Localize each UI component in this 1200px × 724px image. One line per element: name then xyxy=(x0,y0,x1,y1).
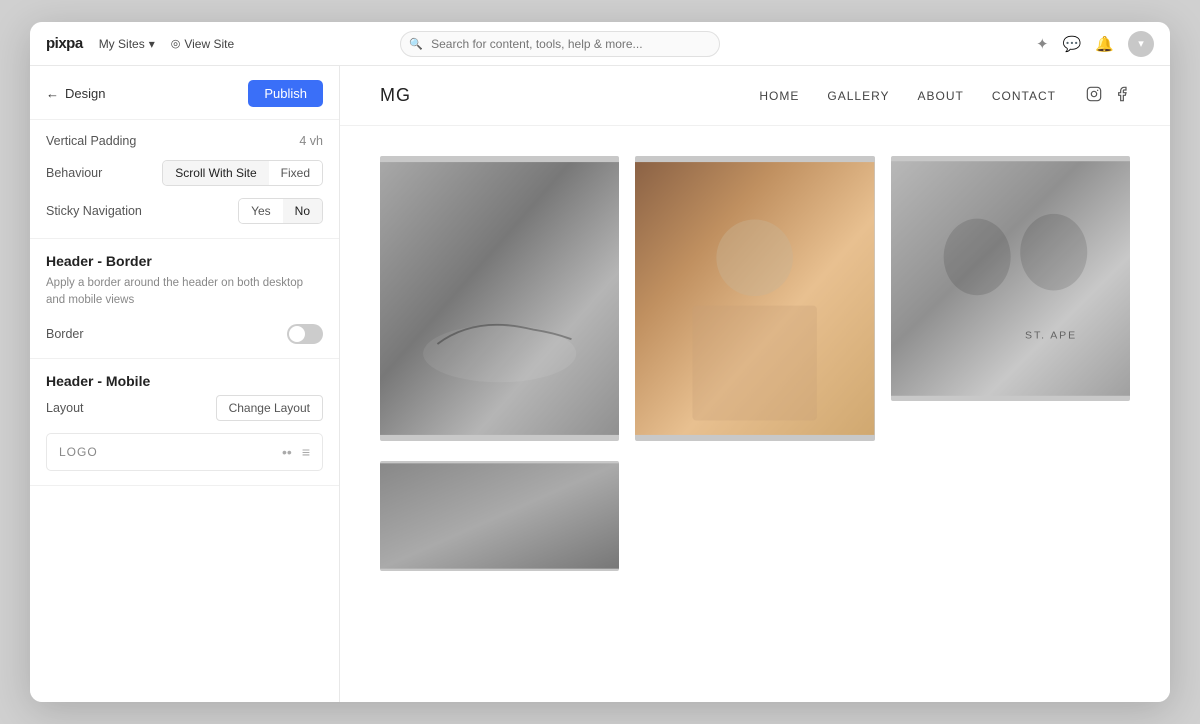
border-row: Border xyxy=(46,324,323,344)
sticky-nav-label: Sticky Navigation xyxy=(46,204,142,218)
gallery-col-2 xyxy=(635,156,874,571)
border-toggle[interactable] xyxy=(287,324,323,344)
border-section-title: Header - Border xyxy=(46,253,323,269)
gallery-image-4[interactable] xyxy=(380,461,619,571)
behaviour-fixed-btn[interactable]: Fixed xyxy=(269,161,322,185)
vertical-padding-value: 4 vh xyxy=(299,134,323,148)
user-avatar[interactable]: ▾ xyxy=(1128,31,1154,57)
logo-actions: •• ≡ xyxy=(282,444,310,460)
header-border-section: Header - Border Apply a border around th… xyxy=(30,239,339,359)
layout-label: Layout xyxy=(46,401,84,415)
border-slider xyxy=(287,324,323,344)
behaviour-row: Behaviour Scroll With Site Fixed xyxy=(46,160,323,186)
nav-home[interactable]: HOME xyxy=(759,89,799,103)
gallery-image-2[interactable] xyxy=(635,156,874,441)
panel-header: ← Design Publish xyxy=(30,66,339,120)
main-area: ← Design Publish Vertical Padding 4 vh B… xyxy=(30,66,1170,702)
back-label: Design xyxy=(65,86,105,101)
change-layout-button[interactable]: Change Layout xyxy=(216,395,323,421)
app-logo: pixpa xyxy=(46,35,83,52)
my-sites-menu[interactable]: My Sites ▾ xyxy=(99,37,155,51)
site-header: MG HOME GALLERY ABOUT CONTACT xyxy=(340,66,1170,126)
logo-row: LOGO •• ≡ xyxy=(46,433,323,471)
my-sites-chevron: ▾ xyxy=(149,37,155,51)
search-input[interactable] xyxy=(400,31,720,57)
back-arrow-icon: ← xyxy=(46,86,59,101)
behaviour-toggle-group: Scroll With Site Fixed xyxy=(162,160,323,186)
facebook-icon[interactable] xyxy=(1114,86,1130,105)
avatar-chevron: ▾ xyxy=(1138,37,1144,50)
eye-icon: ◎ xyxy=(171,37,181,50)
sticky-nav-toggle-group: Yes No xyxy=(238,198,323,224)
gallery-grid: ST. APE xyxy=(380,156,1130,571)
logo-menu-icon[interactable]: ≡ xyxy=(302,444,310,460)
search-bar: 🔍 xyxy=(400,31,720,57)
search-icon: 🔍 xyxy=(409,37,423,50)
left-panel: ← Design Publish Vertical Padding 4 vh B… xyxy=(30,66,340,702)
instagram-icon[interactable] xyxy=(1086,86,1102,105)
vertical-padding-label: Vertical Padding xyxy=(46,134,136,148)
logo-label: LOGO xyxy=(59,445,98,459)
nav-contact[interactable]: CONTACT xyxy=(992,89,1056,103)
preview-area: MG HOME GALLERY ABOUT CONTACT xyxy=(340,66,1170,702)
view-site-label: View Site xyxy=(184,37,234,51)
logo-dots-icon[interactable]: •• xyxy=(282,444,292,460)
my-sites-label: My Sites xyxy=(99,37,145,51)
layout-row: Layout Change Layout xyxy=(46,395,323,421)
nav-about[interactable]: ABOUT xyxy=(918,89,964,103)
app-container: pixpa My Sites ▾ ◎ View Site 🔍 ✦ 💬 🔔 ▾ xyxy=(30,22,1170,702)
svg-text:ST. APE: ST. APE xyxy=(1025,329,1077,341)
behaviour-label: Behaviour xyxy=(46,166,102,180)
site-nav: HOME GALLERY ABOUT CONTACT xyxy=(759,89,1056,103)
behaviour-scroll-btn[interactable]: Scroll With Site xyxy=(163,161,268,185)
gallery-image-1[interactable] xyxy=(380,156,619,441)
bell-icon[interactable]: 🔔 xyxy=(1095,35,1114,53)
nav-gallery[interactable]: GALLERY xyxy=(827,89,889,103)
back-to-design[interactable]: ← Design xyxy=(46,86,105,101)
sticky-nav-row: Sticky Navigation Yes No xyxy=(46,198,323,224)
border-label: Border xyxy=(46,327,84,341)
site-logo: MG xyxy=(380,85,411,106)
top-bar: pixpa My Sites ▾ ◎ View Site 🔍 ✦ 💬 🔔 ▾ xyxy=(30,22,1170,66)
gallery-col-1 xyxy=(380,156,619,571)
gallery-area: ST. APE xyxy=(340,126,1170,702)
top-bar-actions: ✦ 💬 🔔 ▾ xyxy=(1036,31,1154,57)
sun-icon[interactable]: ✦ xyxy=(1036,35,1049,53)
view-site-link[interactable]: ◎ View Site xyxy=(171,37,234,51)
site-social xyxy=(1086,86,1130,105)
sticky-nav-yes-btn[interactable]: Yes xyxy=(239,199,283,223)
gallery-image-3[interactable]: ST. APE xyxy=(891,156,1130,401)
sticky-nav-no-btn[interactable]: No xyxy=(283,199,322,223)
chat-icon[interactable]: 💬 xyxy=(1063,35,1082,53)
gallery-col-3: ST. APE xyxy=(891,156,1130,571)
vertical-padding-section: Vertical Padding 4 vh Behaviour Scroll W… xyxy=(30,120,339,239)
border-section-desc: Apply a border around the header on both… xyxy=(46,275,323,310)
header-mobile-section: Header - Mobile Layout Change Layout LOG… xyxy=(30,359,339,486)
mobile-section-title: Header - Mobile xyxy=(46,373,323,389)
publish-button[interactable]: Publish xyxy=(248,80,323,107)
vertical-padding-row: Vertical Padding 4 vh xyxy=(46,134,323,148)
